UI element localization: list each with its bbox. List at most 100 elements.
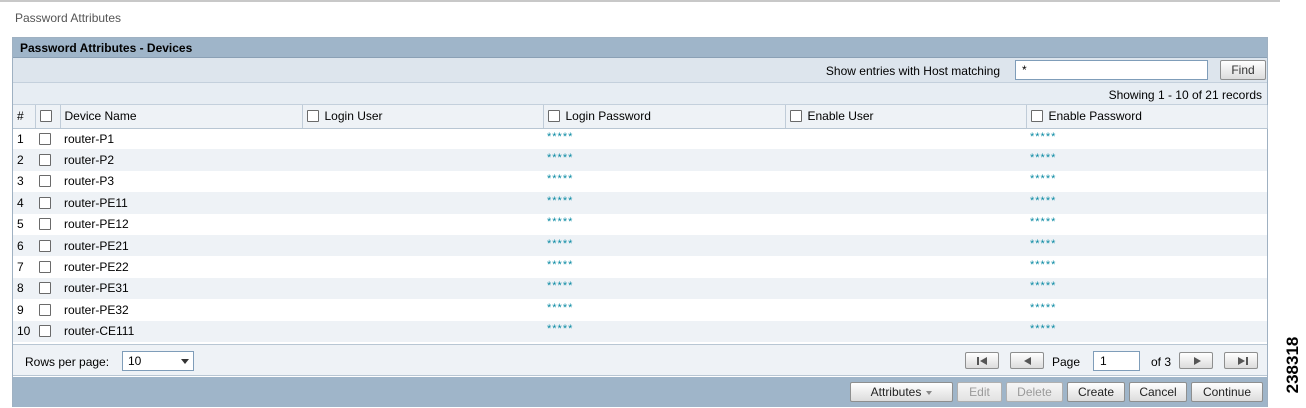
find-button[interactable]: Find [1220,60,1266,80]
login-password-cell: ***** [543,299,785,321]
table-row[interactable]: 6 router-PE21 ***** ***** [13,234,1267,257]
table-row[interactable]: 3 router-P3 ***** ***** [13,170,1267,193]
enable-password-cell: ***** [1026,149,1267,171]
page-number-input[interactable] [1093,351,1140,371]
column-header-enable-user[interactable]: Enable User [785,105,1027,129]
login-password-column-checkbox[interactable] [547,110,560,123]
filter-bar: Show entries with Host matching Find [13,58,1267,83]
rows-per-page-value: 10 [128,354,142,368]
previous-page-button[interactable] [1010,352,1044,369]
login-password-mask: ***** [547,259,574,272]
column-header-enable-password[interactable]: Enable Password [1026,105,1268,129]
row-checkbox[interactable] [39,154,51,167]
row-select-cell [35,192,60,214]
row-checkbox[interactable] [39,132,51,145]
enable-user-cell [785,192,1026,214]
column-header-index: # [13,105,36,129]
enable-password-cell: ***** [1026,128,1267,150]
row-checkbox[interactable] [39,175,51,188]
login-user-column-checkbox[interactable] [306,110,319,123]
table-row[interactable]: 10 router-CE111 ***** ***** [13,320,1267,342]
records-count: Showing 1 - 10 of 21 records [1108,88,1262,102]
login-user-cell [302,234,543,257]
row-number: 10 [13,320,35,342]
column-header-login-password[interactable]: Login Password [543,105,786,129]
row-checkbox[interactable] [39,218,51,231]
enable-user-cell [785,277,1026,300]
device-name-cell: router-PE22 [60,256,302,278]
total-pages-label: of 3 [1151,355,1172,369]
enable-user-column-checkbox[interactable] [789,110,802,123]
column-header-device-name[interactable]: Device Name [60,105,303,129]
panel-title: Password Attributes - Devices [13,38,1267,58]
edit-button[interactable]: Edit [957,382,1002,402]
login-password-cell: ***** [543,149,785,171]
enable-password-mask: ***** [1030,259,1057,272]
row-checkbox[interactable] [39,325,51,338]
cancel-button[interactable]: Cancel [1129,382,1187,402]
login-password-mask: ***** [547,173,574,186]
table-row[interactable]: 1 router-P1 ***** ***** [13,128,1267,150]
create-button[interactable]: Create [1067,382,1125,402]
first-page-button[interactable] [965,352,999,369]
rows-per-page-label: Rows per page: [25,355,110,369]
login-password-cell: ***** [543,170,785,193]
enable-password-cell: ***** [1026,277,1267,300]
table-row[interactable]: 2 router-P2 ***** ***** [13,149,1267,171]
first-page-icon [977,357,987,365]
row-select-cell [35,277,60,300]
table-row[interactable]: 8 router-PE31 ***** ***** [13,277,1267,300]
row-checkbox[interactable] [39,303,51,316]
host-filter-input[interactable] [1015,60,1208,80]
select-all-checkbox[interactable] [39,110,52,123]
login-user-cell [302,170,543,193]
row-checkbox[interactable] [39,261,51,274]
table-row[interactable]: 7 router-PE22 ***** ***** [13,256,1267,278]
page-title: Password Attributes [15,11,122,25]
enable-user-cell [785,320,1026,342]
page-label: Page [1052,355,1081,369]
row-checkbox[interactable] [39,196,51,209]
login-password-mask: ***** [547,194,574,207]
login-password-mask: ***** [547,280,574,293]
top-divider [0,0,1280,2]
enable-password-mask: ***** [1030,173,1057,186]
row-checkbox[interactable] [39,282,51,295]
row-number: 6 [13,234,35,257]
login-password-cell: ***** [543,256,785,278]
rows-per-page-select[interactable]: 10 [122,351,194,371]
row-checkbox[interactable] [39,239,51,252]
enable-password-cell: ***** [1026,234,1267,257]
row-number: 3 [13,170,35,193]
previous-page-icon [1024,357,1031,365]
enable-user-cell [785,128,1026,150]
enable-password-mask: ***** [1030,194,1057,207]
row-number: 2 [13,149,35,171]
records-bar: Showing 1 - 10 of 21 records [13,83,1267,105]
table-row[interactable]: 4 router-PE11 ***** ***** [13,192,1267,214]
enable-password-header-label: Enable Password [1048,109,1142,124]
column-header-login-user[interactable]: Login User [302,105,544,129]
table-row[interactable]: 9 router-PE32 ***** ***** [13,299,1267,321]
device-name-cell: router-CE111 [60,320,302,342]
login-password-mask: ***** [547,237,574,250]
login-password-cell: ***** [543,192,785,214]
enable-password-mask: ***** [1030,323,1057,336]
enable-password-column-checkbox[interactable] [1030,110,1043,123]
chevron-down-icon [926,391,933,395]
row-number: 8 [13,277,35,300]
row-select-cell [35,320,60,342]
login-password-cell: ***** [543,213,785,235]
next-page-button[interactable] [1179,352,1213,369]
delete-button[interactable]: Delete [1006,382,1063,402]
table-row[interactable]: 5 router-PE12 ***** ***** [13,213,1267,235]
attributes-dropdown-button[interactable]: Attributes [850,382,953,402]
last-page-button[interactable] [1224,352,1258,369]
continue-button[interactable]: Continue [1191,382,1263,402]
login-user-cell [302,277,543,300]
action-bar: Attributes Edit Delete Create Cancel Con… [13,377,1267,407]
login-password-mask: ***** [547,216,574,229]
next-page-icon [1194,357,1201,365]
enable-user-cell [785,234,1026,257]
enable-password-mask: ***** [1030,216,1057,229]
